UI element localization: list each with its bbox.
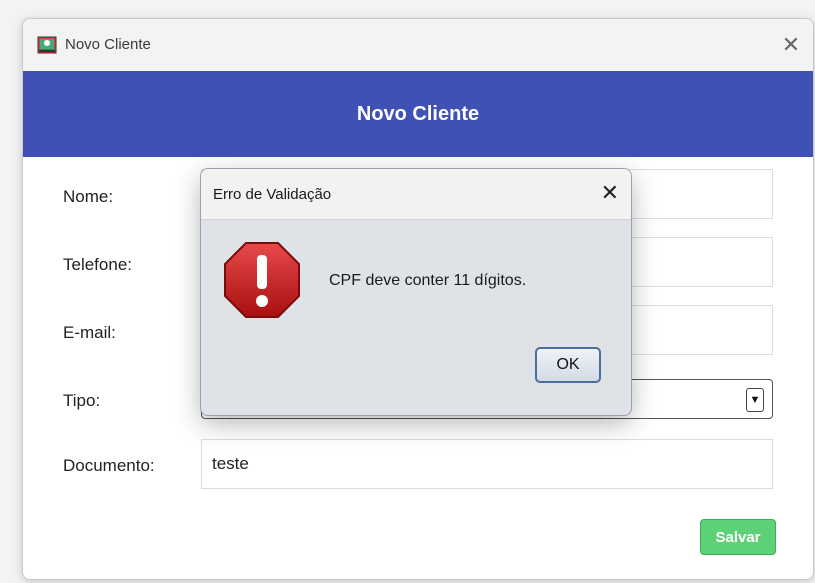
- validation-error-dialog: Erro de Validação ✕ CPF deve conter 11 d…: [200, 168, 632, 416]
- ok-button[interactable]: OK: [535, 347, 601, 383]
- name-label: Nome:: [63, 187, 114, 206]
- dialog-message: CPF deve conter 11 dígitos.: [329, 272, 527, 289]
- type-label: Tipo:: [63, 391, 101, 410]
- close-icon: ✕: [781, 32, 801, 57]
- email-label: E-mail:: [63, 323, 116, 342]
- window-close-button[interactable]: ✕: [775, 29, 807, 61]
- header-title: Novo Cliente: [356, 102, 480, 125]
- document-input[interactable]: [201, 439, 773, 489]
- dialog-titlebar: Erro de Validação ✕: [201, 169, 631, 220]
- dialog-title: Erro de Validação: [213, 186, 332, 203]
- phone-label: Telefone:: [63, 255, 132, 274]
- document-label: Documento:: [63, 456, 155, 475]
- window-title: Novo Cliente: [65, 36, 151, 53]
- save-button[interactable]: Salvar: [700, 519, 776, 555]
- error-icon: [224, 242, 300, 318]
- app-icon: [37, 36, 57, 54]
- form-header: Novo Cliente: [23, 71, 813, 157]
- chevron-down-icon[interactable]: ▼: [746, 388, 764, 412]
- dialog-close-button[interactable]: ✕: [601, 180, 619, 206]
- window-titlebar: Novo Cliente ✕: [23, 19, 813, 71]
